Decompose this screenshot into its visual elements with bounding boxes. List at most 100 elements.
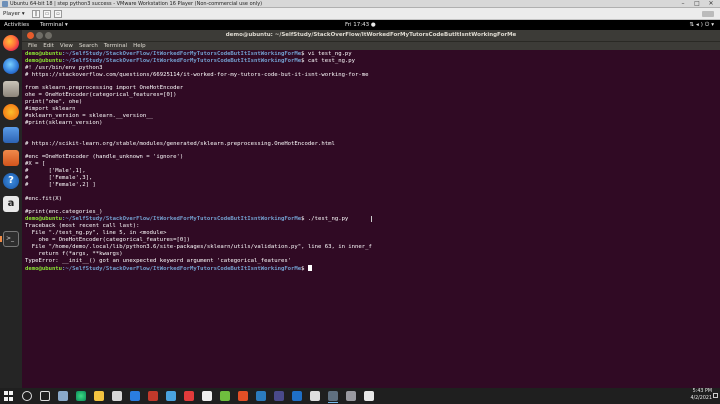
clock[interactable]: Fri 17:43 ● [345, 20, 376, 30]
terminal-title: demo@ubuntu: ~/SelfStudy/StackOverFlow/I… [225, 32, 517, 38]
output-line: # https://scikit-learn.org/stable/module… [25, 140, 335, 147]
edge-icon[interactable] [76, 391, 86, 401]
rhythmbox-icon[interactable] [3, 104, 19, 120]
app-icon[interactable] [346, 391, 356, 401]
terminal-titlebar[interactable]: demo@ubuntu: ~/SelfStudy/StackOverFlow/I… [22, 30, 720, 41]
output-line: #enc.fit(X) [25, 195, 63, 202]
app-menu[interactable]: Terminal ▾ [40, 20, 68, 30]
vmware-window-controls: – □ ✕ [676, 0, 718, 8]
devices-icon[interactable] [702, 11, 714, 17]
maximize-icon[interactable]: □ [690, 0, 704, 8]
file-explorer-icon[interactable] [94, 391, 104, 401]
help-icon[interactable]: ? [3, 173, 19, 189]
menu-search[interactable]: Search [79, 42, 98, 50]
vmware-window-title: Ubuntu 64-bit 18 | step python3 success … [10, 1, 263, 7]
close-icon[interactable] [27, 32, 34, 39]
app-icon[interactable] [184, 391, 194, 401]
app-icon[interactable] [310, 391, 320, 401]
app-icon[interactable] [274, 391, 284, 401]
thunderbird-icon[interactable] [3, 58, 19, 74]
terminal-icon[interactable]: >_ [3, 231, 19, 247]
app-icon[interactable] [166, 391, 176, 401]
system-tray[interactable]: ⇅◂)⏻▾ [689, 20, 716, 30]
terminal-output[interactable]: demo@ubuntu:~/SelfStudy/StackOverFlow/It… [25, 51, 715, 386]
notepad-icon[interactable] [202, 391, 212, 401]
files-icon[interactable] [3, 81, 19, 97]
store-icon[interactable] [112, 391, 122, 401]
libreoffice-writer-icon[interactable] [3, 127, 19, 143]
active-app-indicator [328, 402, 338, 403]
prompt-path: :~/SelfStudy/StackOverFlow/ItWorkedForMy… [62, 51, 302, 57]
player-menu[interactable]: Player ▾ [3, 8, 25, 20]
output-line: #! /usr/bin/env python3 [25, 64, 103, 71]
app-icon[interactable] [220, 391, 230, 401]
output-line: #print(sklearn_version) [25, 119, 103, 126]
app-icon[interactable] [58, 391, 68, 401]
vmware-app-icon [2, 1, 8, 7]
taskbar-clock[interactable]: 5:43 PM 4/2/2021 [690, 389, 712, 402]
output-line: #enc =OneHotEncoder (handle_unknown = 'i… [25, 154, 184, 161]
command-text: $ vi test_ng.py [301, 51, 352, 57]
firefox-icon[interactable] [3, 35, 19, 51]
output-line: #import sklearn [25, 106, 76, 113]
command-text: $ [301, 265, 308, 272]
task-view-icon[interactable] [40, 391, 50, 401]
search-icon[interactable] [22, 391, 32, 401]
taskbar-time: 5:43 PM [692, 389, 712, 394]
activities-button[interactable]: Activities [4, 20, 29, 30]
command-text: $ cat test_ng.py [301, 57, 356, 64]
windows-start-icon[interactable] [4, 391, 14, 401]
minimize-icon[interactable] [36, 32, 43, 39]
output-line: from sklearn.preprocessing import OneHot… [25, 85, 184, 92]
output-line: # https://stackoverflow.com/questions/66… [25, 71, 369, 78]
close-icon[interactable]: ✕ [704, 0, 718, 8]
taskbar-date: 4/2/2021 [690, 395, 712, 401]
minimize-icon[interactable]: – [676, 0, 690, 8]
error-line: File "/home/demo/.local/lib/python3.6/si… [25, 243, 372, 250]
send-ctrl-alt-del-icon[interactable]: ▭ [43, 10, 51, 18]
command-text: $ ./test_ng.py [301, 216, 349, 223]
chevron-down-icon: ▾ [711, 22, 716, 28]
vmware-icon[interactable] [328, 391, 338, 401]
unity-icon[interactable]: ▫ [54, 10, 62, 18]
error-line: ohe = OneHotEncoder(categorical_features… [25, 237, 191, 244]
menu-view[interactable]: View [60, 42, 73, 50]
prompt-line: demo@ubuntu:~/SelfStudy/StackOverFlow/It… [25, 264, 715, 272]
pause-icon[interactable]: ‖ [32, 10, 40, 18]
prompt-path: :~/SelfStudy/StackOverFlow/ItWorkedForMy… [62, 57, 302, 64]
error-line: return f(*args, **kwargs) [25, 250, 123, 257]
error-line: TypeError: __init__() got an unexpected … [25, 257, 292, 264]
app-icon[interactable] [148, 391, 158, 401]
word-icon[interactable] [292, 391, 302, 401]
ubuntu-software-icon[interactable] [3, 150, 19, 166]
output-line: print("ohe", ohe) [25, 99, 83, 106]
app-icon[interactable] [364, 391, 374, 401]
vscode-icon[interactable] [256, 391, 266, 401]
prompt-user: demo@ubuntu [25, 51, 63, 57]
amazon-icon[interactable]: a [3, 196, 19, 212]
maximize-icon[interactable] [45, 32, 52, 39]
prompt-path: :~/SelfStudy/StackOverFlow/ItWorkedForMy… [62, 265, 302, 272]
menu-terminal[interactable]: Terminal [104, 42, 127, 50]
menu-help[interactable]: Help [133, 42, 146, 50]
prompt-user: demo@ubuntu [25, 216, 63, 223]
prompt-user: demo@ubuntu [25, 57, 63, 64]
terminal-window[interactable]: demo@ubuntu: ~/SelfStudy/StackOverFlow/I… [22, 30, 720, 388]
error-line: Traceback (most recent call last): [25, 223, 140, 230]
menu-edit[interactable]: Edit [43, 42, 54, 50]
error-line: File "./test_ng.py", line 5, in <module> [25, 230, 167, 237]
mail-icon[interactable] [130, 391, 140, 401]
output-line: # ['Male',1], [25, 168, 86, 175]
prompt-line: demo@ubuntu:~/SelfStudy/StackOverFlow/It… [25, 51, 715, 58]
notification-icon[interactable] [713, 393, 718, 398]
menu-file[interactable]: File [28, 42, 37, 50]
prompt-user: demo@ubuntu [25, 265, 63, 272]
prompt-line: demo@ubuntu:~/SelfStudy/StackOverFlow/It… [25, 58, 715, 65]
prompt-path: :~/SelfStudy/StackOverFlow/ItWorkedForMy… [62, 216, 302, 223]
output-line: # ['Female',2] ] [25, 181, 96, 188]
vmware-titlebar: Ubuntu 64-bit 18 | step python3 success … [0, 0, 720, 8]
app-icon[interactable] [238, 391, 248, 401]
